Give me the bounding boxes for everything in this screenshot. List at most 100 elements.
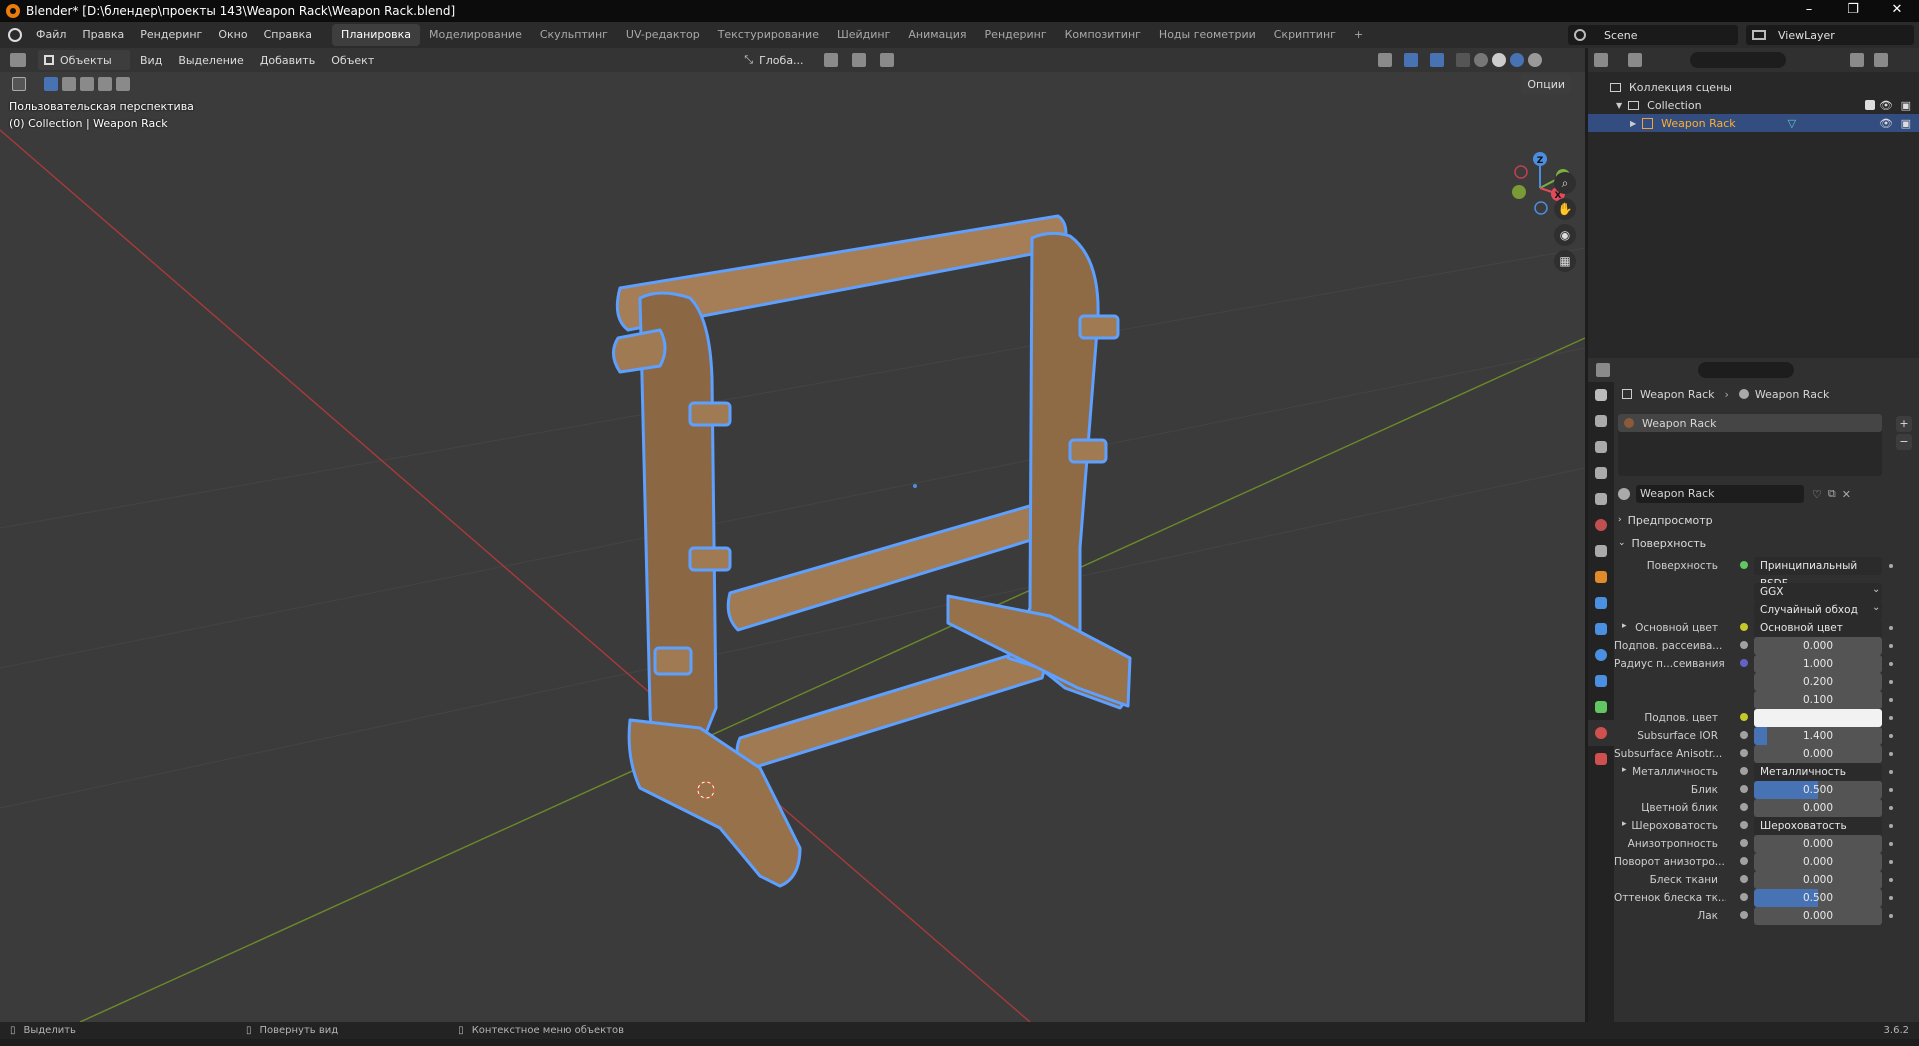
number-field[interactable]: 0.000 (1754, 637, 1882, 655)
number-field[interactable]: 0.500 (1754, 889, 1882, 907)
select-intersect-icon[interactable] (116, 77, 130, 91)
socket-icon[interactable] (1740, 659, 1748, 667)
socket-icon[interactable] (1740, 713, 1748, 721)
keyframe-dot-icon[interactable] (1889, 878, 1893, 882)
socket-icon[interactable] (1740, 749, 1748, 757)
menu-edit[interactable]: Правка (74, 22, 132, 48)
object-camera-icon[interactable]: ▣ (1901, 117, 1911, 130)
menu-render[interactable]: Рендеринг (132, 22, 210, 48)
keyframe-dot-icon[interactable] (1889, 716, 1893, 720)
outliner-scene-collection[interactable]: Коллекция сцены (1588, 78, 1919, 96)
zoom-icon[interactable]: ⌕ (1554, 172, 1576, 194)
keyframe-dot-icon[interactable] (1889, 564, 1893, 568)
number-field[interactable]: 0.100 (1754, 691, 1882, 709)
keyframe-dot-icon[interactable] (1889, 626, 1893, 630)
keyframe-dot-icon[interactable] (1889, 896, 1893, 900)
number-field[interactable]: 0.000 (1754, 871, 1882, 889)
scene-selector[interactable]: Scene (1568, 25, 1738, 45)
tab-rendering[interactable]: Рендеринг (976, 24, 1056, 46)
dropdown-select[interactable]: Случайный обход (1754, 601, 1882, 619)
socket-icon[interactable] (1740, 875, 1748, 883)
expand-input-icon[interactable]: ▸ (1622, 621, 1627, 631)
expand-arrow-icon[interactable]: ▶ (1630, 119, 1636, 128)
tab-modifiers[interactable] (1588, 590, 1614, 616)
tab-render[interactable] (1588, 408, 1614, 434)
select-extend-icon[interactable] (62, 77, 76, 91)
linked-input-field[interactable]: Металличность (1754, 763, 1882, 781)
outliner-search-input[interactable] (1690, 52, 1786, 68)
outliner-object-weapon-rack[interactable]: ▶ Weapon Rack ▽ 👁 ▣ (1588, 114, 1919, 132)
number-field[interactable]: 1.400 (1754, 727, 1882, 745)
socket-icon[interactable] (1740, 767, 1748, 775)
keyframe-dot-icon[interactable] (1889, 752, 1893, 756)
editor-type-icon[interactable] (10, 53, 26, 67)
keyframe-dot-icon[interactable] (1889, 914, 1893, 918)
view-layer-selector[interactable]: ViewLayer (1746, 25, 1914, 45)
filter-icon[interactable] (1850, 53, 1864, 67)
properties-editor-icon[interactable] (1596, 363, 1610, 377)
gizmo-toggle-icon[interactable] (1403, 53, 1418, 67)
socket-icon[interactable] (1740, 641, 1748, 649)
number-field[interactable]: 0.000 (1754, 835, 1882, 853)
new-collection-icon[interactable] (1874, 53, 1888, 67)
collection-checkbox[interactable] (1865, 100, 1875, 110)
tab-compositing[interactable]: Композитинг (1056, 24, 1150, 46)
material-name-field[interactable]: Weapon Rack (1636, 485, 1804, 503)
3d-viewport[interactable]: Z Y X Объекты Вид Выделение Добавить Объ… (0, 48, 1585, 1022)
tab-tool[interactable] (1588, 382, 1614, 408)
outliner-collection[interactable]: ▼ Collection 👁 ▣ (1588, 96, 1919, 114)
keyframe-dot-icon[interactable] (1889, 842, 1893, 846)
linked-input-field[interactable]: Принципиальный BSDF (1754, 557, 1882, 590)
duplicate-material-icon[interactable]: ⧉ (1828, 487, 1836, 501)
close-button[interactable]: ✕ (1875, 0, 1919, 22)
rendered-shading-icon[interactable] (1527, 53, 1542, 67)
select-tool-icon[interactable] (12, 77, 26, 91)
menu-window[interactable]: Окно (210, 22, 255, 48)
tab-uv-editing[interactable]: UV-редактор (617, 24, 709, 46)
minimize-button[interactable]: – (1787, 0, 1831, 22)
linked-input-field[interactable]: Основной цвет (1754, 619, 1882, 637)
tab-sculpting[interactable]: Скульптинг (531, 24, 617, 46)
tab-texture-paint[interactable]: Текстурирование (709, 24, 828, 46)
menu-object[interactable]: Объект (325, 50, 380, 70)
surface-panel-header[interactable]: ⌄ Поверхность (1618, 533, 1915, 553)
collapse-arrow-icon[interactable]: ▼ (1616, 101, 1622, 110)
expand-input-icon[interactable]: ▸ (1622, 819, 1627, 829)
keyframe-dot-icon[interactable] (1889, 734, 1893, 738)
keyframe-dot-icon[interactable] (1889, 770, 1893, 774)
socket-icon[interactable] (1740, 785, 1748, 793)
menu-file[interactable]: Файл (28, 22, 74, 48)
menu-add[interactable]: Добавить (254, 50, 321, 70)
tab-geometry-nodes[interactable]: Ноды геометрии (1150, 24, 1265, 46)
keyframe-dot-icon[interactable] (1889, 824, 1893, 828)
unlink-material-icon[interactable]: ✕ (1842, 488, 1851, 501)
object-eye-icon[interactable]: 👁 (1879, 117, 1893, 130)
select-subtract-icon[interactable] (80, 77, 94, 91)
socket-icon[interactable] (1740, 839, 1748, 847)
fake-user-icon[interactable]: ♡ (1812, 488, 1822, 501)
socket-icon[interactable] (1740, 561, 1748, 569)
number-field[interactable]: 0.000 (1754, 907, 1882, 925)
linked-input-field[interactable]: Шероховатость (1754, 817, 1882, 835)
mode-selector[interactable]: Объекты (38, 50, 130, 70)
select-new-icon[interactable] (44, 77, 58, 91)
menu-select[interactable]: Выделение (172, 50, 250, 70)
tab-view-layer[interactable] (1588, 460, 1614, 486)
tab-world[interactable] (1588, 512, 1614, 538)
menu-view[interactable]: Вид (134, 50, 168, 70)
tab-layout[interactable]: Планировка (332, 24, 421, 46)
outliner-editor-icon[interactable] (1594, 53, 1608, 67)
tab-animation[interactable]: Анимация (899, 24, 975, 46)
tab-material[interactable] (1588, 720, 1614, 746)
solid-shading-icon[interactable] (1491, 53, 1506, 67)
keyframe-dot-icon[interactable] (1889, 806, 1893, 810)
color-swatch[interactable] (1754, 709, 1882, 727)
socket-icon[interactable] (1740, 821, 1748, 829)
snap-icon[interactable] (851, 53, 866, 67)
remove-slot-button[interactable]: − (1896, 434, 1912, 450)
pivot-icon[interactable] (823, 53, 838, 67)
add-workspace-button[interactable]: + (1345, 24, 1372, 46)
tab-shading[interactable]: Шейдинг (828, 24, 899, 46)
perspective-toggle-icon[interactable]: ▦ (1554, 250, 1576, 272)
tab-particles[interactable] (1588, 616, 1614, 642)
